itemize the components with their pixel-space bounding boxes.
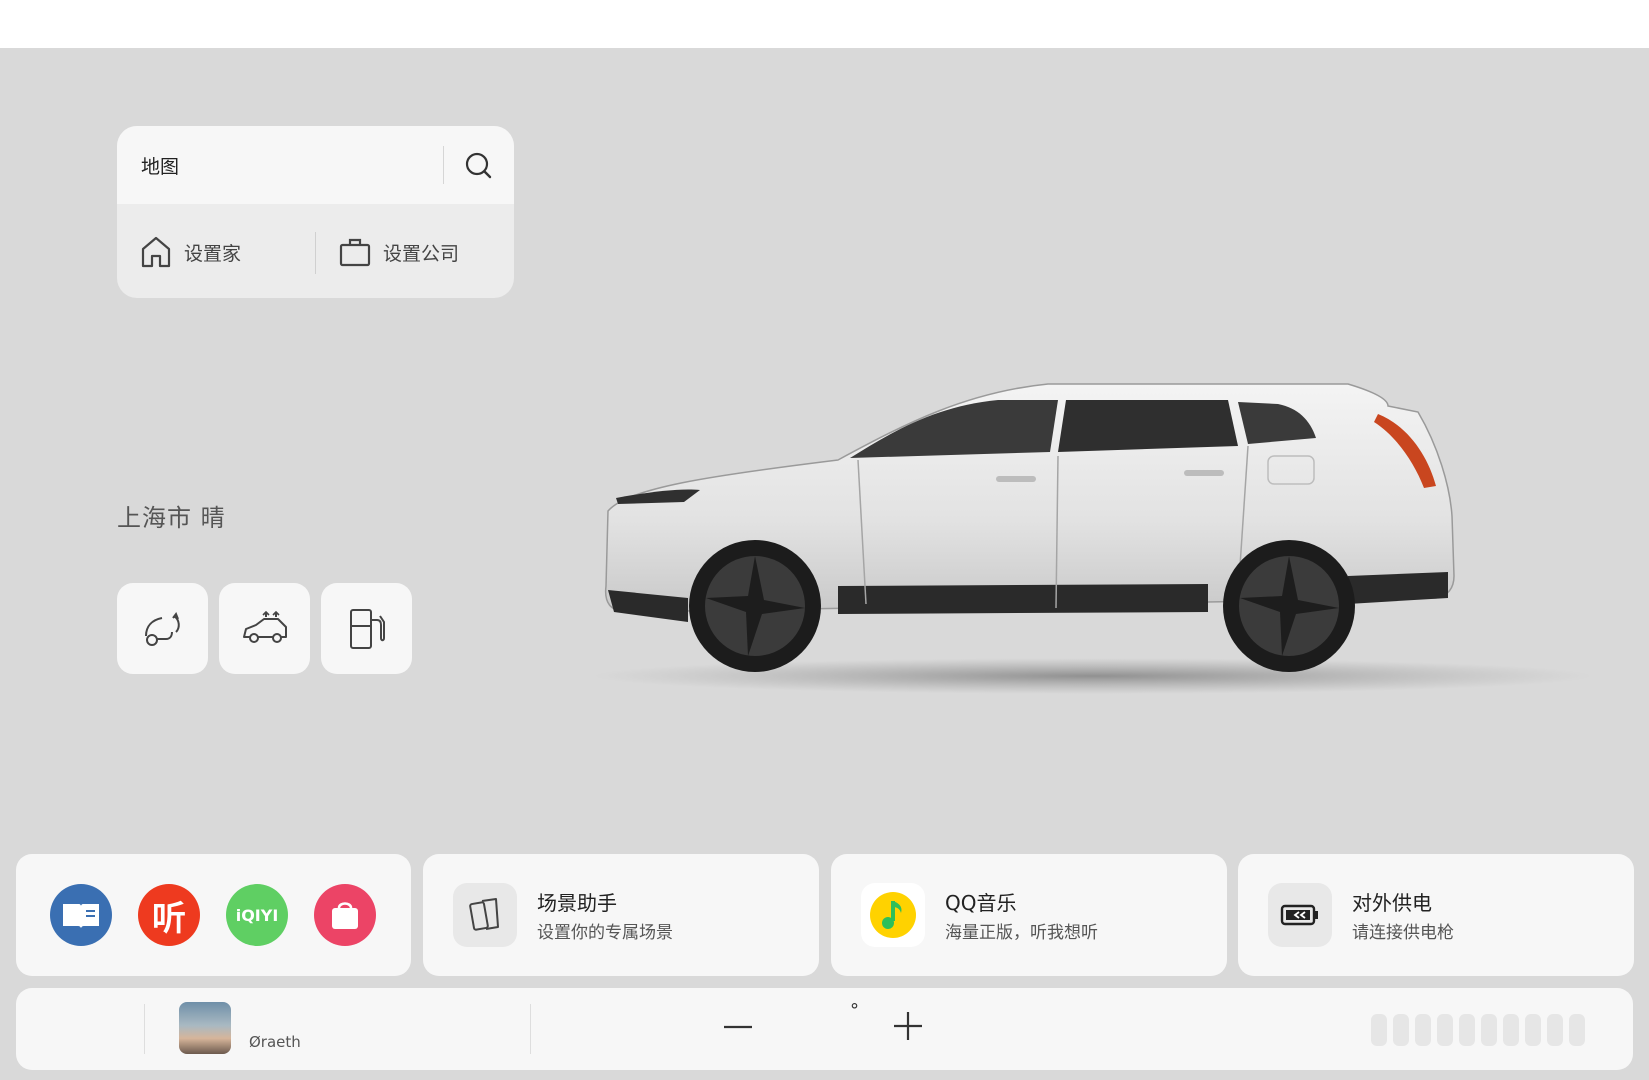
fuel-button[interactable] <box>321 583 412 674</box>
temperature-decrease-button[interactable] <box>721 1004 755 1048</box>
power-tile <box>1268 883 1332 947</box>
battery-discharge-icon <box>1280 904 1318 926</box>
ting-audio-app[interactable]: 听 <box>138 884 200 946</box>
app-dock-card: 听 iQIYI <box>16 854 411 976</box>
set-company-button[interactable]: 设置公司 <box>339 230 459 274</box>
minus-icon <box>724 1025 752 1029</box>
map-search-divider <box>443 146 444 184</box>
qq-music-tile <box>861 883 925 947</box>
home-icon <box>141 236 171 268</box>
bar-divider <box>144 1004 145 1054</box>
media-climate-bar: Øraeth ° <box>16 988 1633 1070</box>
weather-text: 上海市 晴 <box>117 504 226 532</box>
scene-tile <box>453 883 517 947</box>
scene-assistant-subtitle: 设置你的专属场景 <box>537 923 673 943</box>
watermark-bar <box>1393 1014 1409 1046</box>
qq-music-icon <box>870 892 916 938</box>
map-search-bar[interactable]: 地图 <box>117 126 514 204</box>
iqiyi-app-icon: iQIYI <box>235 905 279 925</box>
watermark-bar <box>1437 1014 1453 1046</box>
fuel-pump-icon <box>349 608 385 649</box>
book-reader-app-icon <box>63 904 99 928</box>
temperature-degree: ° <box>850 1000 859 1021</box>
watermark-bar <box>1371 1014 1387 1046</box>
scene-assistant-title: 场景助手 <box>537 891 617 915</box>
map-title: 地图 <box>141 156 180 178</box>
watermark-bar <box>1481 1014 1497 1046</box>
shortcut-divider <box>315 232 316 274</box>
watermark-bar <box>1525 1014 1541 1046</box>
watermark-bars <box>1371 1014 1585 1046</box>
trunk-button[interactable] <box>219 583 310 674</box>
search-icon <box>465 152 492 179</box>
album-art[interactable] <box>179 1002 231 1054</box>
briefcase-icon <box>339 238 371 267</box>
set-home-label: 设置家 <box>184 242 242 265</box>
ting-audio-app-icon: 听 <box>152 898 186 939</box>
plus-icon <box>894 1012 922 1040</box>
search-button[interactable] <box>459 146 499 186</box>
external-power-card[interactable]: 对外供电 请连接供电枪 <box>1238 854 1634 976</box>
shopping-app[interactable] <box>314 884 376 946</box>
watermark-bar <box>1415 1014 1431 1046</box>
book-reader-app[interactable] <box>50 884 112 946</box>
hatch-toggle-icon <box>144 611 180 646</box>
scene-cards-icon <box>469 898 499 931</box>
qq-music-title: QQ音乐 <box>945 891 1017 915</box>
qq-music-subtitle: 海量正版，听我想听 <box>945 923 1098 943</box>
shopping-bag-app-icon <box>332 902 358 929</box>
watermark-bar <box>1569 1014 1585 1046</box>
top-bar <box>0 0 1649 48</box>
external-power-subtitle: 请连接供电枪 <box>1352 923 1454 943</box>
set-home-button[interactable]: 设置家 <box>140 230 241 274</box>
external-power-title: 对外供电 <box>1352 891 1432 915</box>
vehicle-image <box>593 383 1593 694</box>
set-company-label: 设置公司 <box>383 242 460 265</box>
qq-music-card[interactable]: QQ音乐 海量正版，听我想听 <box>831 854 1227 976</box>
watermark-bar <box>1503 1014 1519 1046</box>
car-trunk-open-icon <box>242 610 287 643</box>
artist-name: Øraeth <box>249 1033 301 1051</box>
temperature-increase-button[interactable] <box>886 1004 930 1048</box>
iqiyi-app[interactable]: iQIYI <box>226 884 288 946</box>
watermark-bar <box>1459 1014 1475 1046</box>
scene-assistant-card[interactable]: 场景助手 设置你的专属场景 <box>423 854 819 976</box>
watermark-bar <box>1547 1014 1563 1046</box>
bar-divider <box>530 1004 531 1054</box>
map-card: 地图 设置家 设置公司 <box>117 126 514 298</box>
hatch-toggle-button[interactable] <box>117 583 208 674</box>
